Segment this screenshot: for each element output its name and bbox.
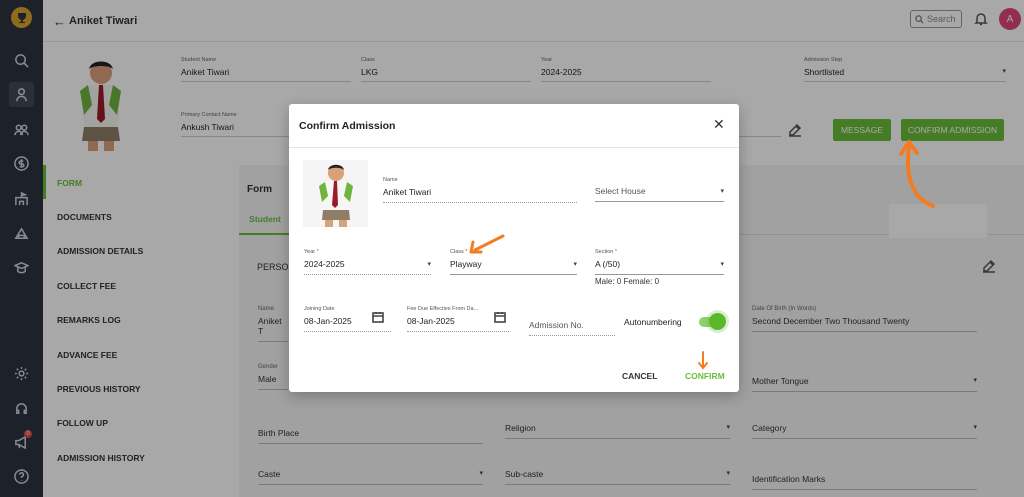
confirm-admission-dialog: Confirm Admission ✕ Name Aniket Tiwari S… bbox=[289, 104, 739, 392]
dialog-name-text: Aniket Tiwari bbox=[383, 187, 432, 197]
dialog-divider bbox=[289, 147, 739, 148]
section-gender-count: Male: 0 Female: 0 bbox=[595, 277, 660, 286]
chevron-down-icon: ▾ bbox=[720, 188, 724, 195]
autonumbering-toggle[interactable] bbox=[699, 313, 726, 330]
dialog-section-label: Section * bbox=[595, 249, 618, 255]
dialog-section-text: A (/50) bbox=[595, 259, 621, 269]
dialog-year-label-text: Year bbox=[304, 249, 316, 255]
chevron-down-icon: ▾ bbox=[720, 261, 724, 268]
house-select[interactable]: Select House ▾ bbox=[595, 182, 724, 202]
class-annotation-arrow-icon bbox=[469, 234, 505, 254]
joining-date-text: 08-Jan-2025 bbox=[304, 316, 352, 326]
annotation-arrow-icon bbox=[899, 140, 935, 208]
close-icon[interactable]: ✕ bbox=[713, 116, 725, 133]
dialog-section-value: A (/50) ▾ bbox=[595, 259, 724, 275]
dialog-name-field[interactable]: Name Aniket Tiwari bbox=[383, 177, 577, 203]
dialog-year-text: 2024-2025 bbox=[304, 259, 345, 269]
dialog-student-photo bbox=[303, 160, 368, 227]
dialog-year-select[interactable]: Year * 2024-2025 ▾ bbox=[304, 249, 431, 275]
confirm-button[interactable]: CONFIRM bbox=[685, 371, 725, 381]
dialog-section-select[interactable]: Section * A (/50) ▾ bbox=[595, 249, 724, 275]
confirm-annotation-arrow-icon bbox=[698, 351, 708, 370]
autonumbering-label: Autonumbering bbox=[624, 317, 682, 327]
dialog-name-value: Aniket Tiwari bbox=[383, 187, 577, 203]
dialog-class-value: Playway ▾ bbox=[450, 259, 577, 275]
joining-date-calendar-icon[interactable] bbox=[372, 311, 384, 325]
house-value: Select House ▾ bbox=[595, 186, 724, 202]
toggle-knob bbox=[709, 313, 726, 330]
calendar-icon bbox=[372, 312, 384, 323]
fee-due-calendar-icon[interactable] bbox=[494, 311, 506, 325]
calendar-icon bbox=[494, 312, 506, 323]
dialog-class-label-text: Class bbox=[450, 249, 464, 255]
dialog-title: Confirm Admission bbox=[299, 120, 396, 132]
chevron-down-icon: ▾ bbox=[573, 261, 577, 268]
admission-no-placeholder: Admission No. bbox=[529, 320, 584, 330]
fee-due-text: 08-Jan-2025 bbox=[407, 316, 455, 326]
dialog-name-label: Name bbox=[383, 177, 398, 183]
house-placeholder: Select House bbox=[595, 186, 646, 196]
dialog-year-value: 2024-2025 ▾ bbox=[304, 259, 431, 275]
dialog-class-text: Playway bbox=[450, 259, 482, 269]
admission-no-field[interactable]: Admission No. bbox=[529, 316, 615, 336]
cancel-button[interactable]: CANCEL bbox=[622, 371, 657, 381]
dialog-year-label: Year * bbox=[304, 249, 319, 255]
chevron-down-icon: ▾ bbox=[427, 261, 431, 268]
dialog-section-label-text: Section bbox=[595, 249, 614, 255]
admission-no-value: Admission No. bbox=[529, 320, 615, 336]
